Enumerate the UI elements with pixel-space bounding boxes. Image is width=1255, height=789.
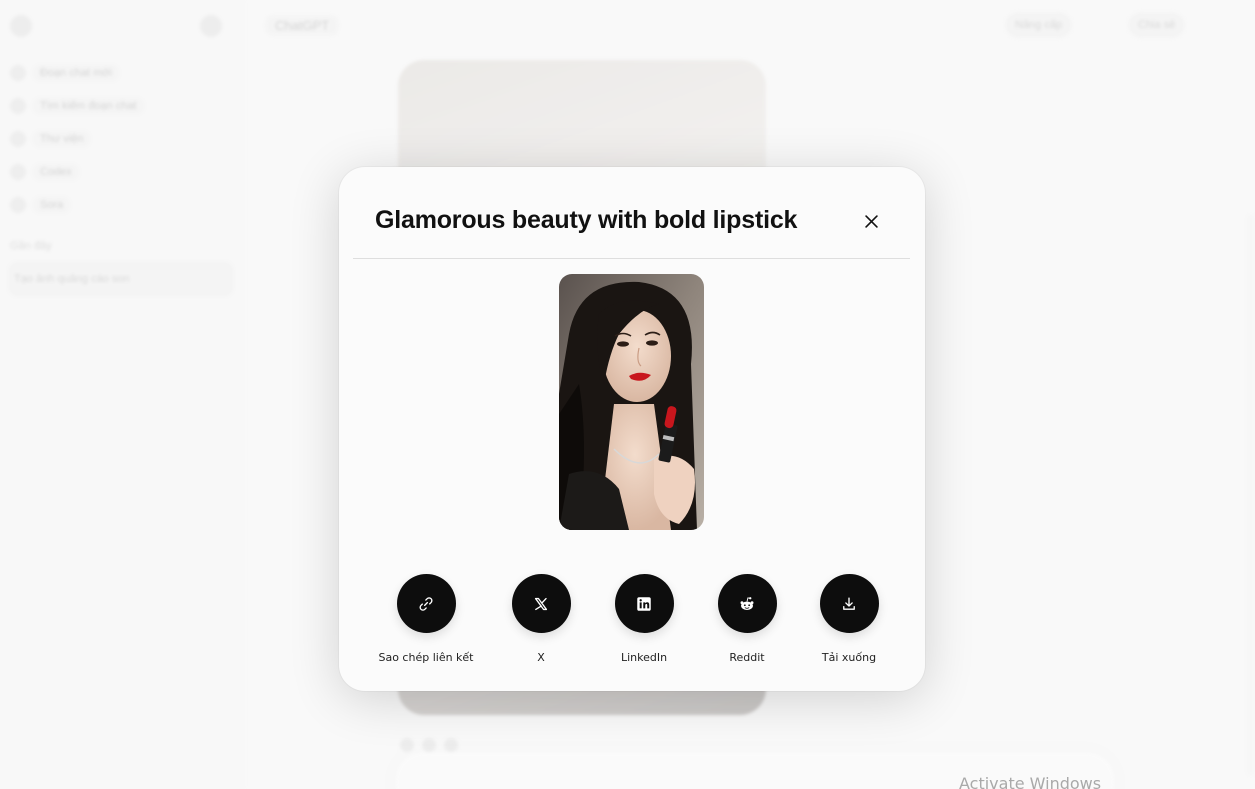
share-options: Sao chép liên kết X LinkedIn Reddit Tải … [339, 574, 925, 674]
close-icon [864, 214, 878, 228]
download-label: Tải xuống [821, 651, 877, 664]
share-image-modal: Glamorous beauty with bold lipstick Sao … [339, 167, 925, 691]
share-x-label: X [537, 651, 545, 664]
share-circle[interactable] [717, 574, 777, 633]
generated-image [559, 274, 704, 530]
share-copy-link-label: Sao chép liên kết [378, 651, 474, 664]
share-circle[interactable] [614, 574, 674, 633]
download-button[interactable]: Tải xuống [789, 574, 909, 664]
share-circle[interactable] [511, 574, 571, 633]
share-reddit-label: Reddit [729, 651, 765, 664]
linkedin-icon [637, 596, 651, 611]
close-button[interactable] [858, 208, 884, 234]
reddit-icon [740, 596, 754, 610]
modal-divider [353, 258, 910, 259]
activate-windows-watermark: Activate Windows [959, 774, 1102, 789]
link-icon [419, 596, 433, 611]
download-icon [843, 596, 855, 610]
share-circle[interactable] [396, 574, 456, 633]
portrait-illustration [559, 274, 704, 530]
share-circle[interactable] [819, 574, 879, 633]
share-x-button[interactable]: X [481, 574, 601, 664]
x-logo-icon [534, 597, 548, 610]
share-linkedin-label: LinkedIn [620, 651, 668, 664]
modal-title: Glamorous beauty with bold lipstick [375, 206, 798, 234]
share-linkedin-button[interactable]: LinkedIn [584, 574, 704, 664]
share-copy-link-button[interactable]: Sao chép liên kết [366, 574, 486, 664]
